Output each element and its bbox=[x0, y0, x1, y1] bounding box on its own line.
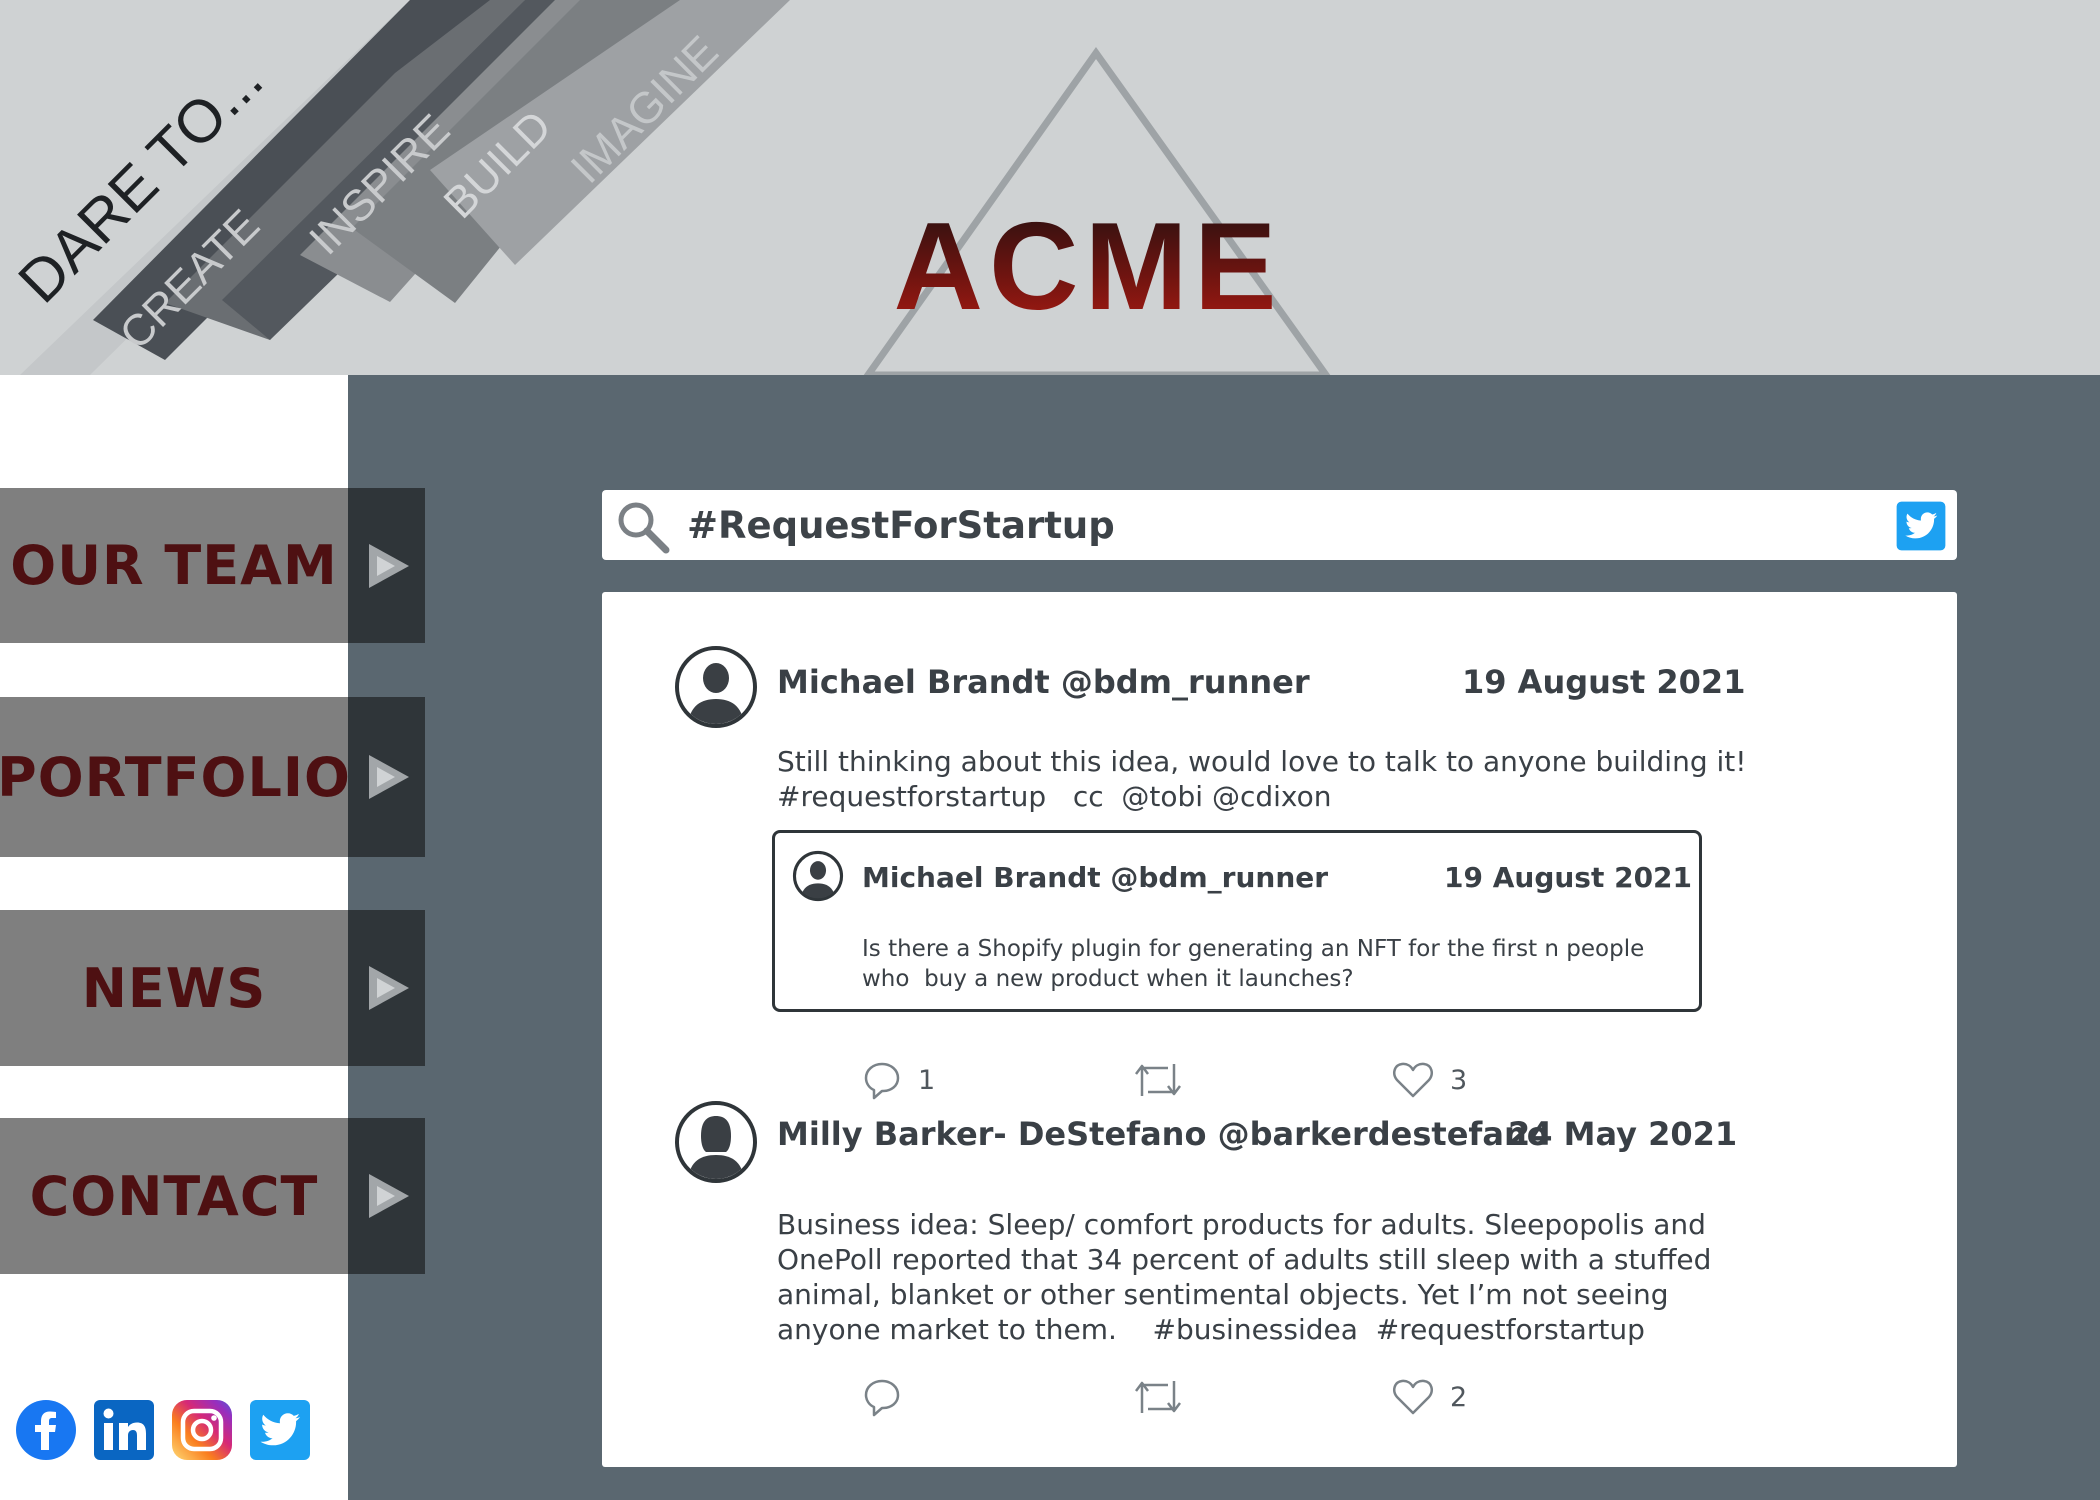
heart-icon bbox=[1393, 1062, 1433, 1098]
avatar-female-icon[interactable] bbox=[674, 1100, 758, 1184]
nav-our-team-label: OUR TEAM bbox=[10, 534, 338, 597]
quoted-tweet-text-line: who buy a new product when it launches? bbox=[862, 966, 1354, 992]
tweet-text-line: anyone market to them. #businessidea #re… bbox=[777, 1313, 1645, 1346]
quoted-tweet-author: Michael Brandt @bdm_runner bbox=[862, 861, 1329, 894]
retweet-icon bbox=[1135, 1064, 1181, 1096]
facebook-icon[interactable] bbox=[14, 1398, 78, 1462]
reply-icon bbox=[864, 1379, 900, 1417]
like-count: 2 bbox=[1450, 1381, 1468, 1413]
quoted-tweet-date: 19 August 2021 bbox=[1444, 861, 1693, 894]
nav-news-label: NEWS bbox=[81, 956, 267, 1020]
play-arrow-icon[interactable] bbox=[348, 488, 425, 643]
twitter-icon[interactable] bbox=[1895, 500, 1947, 552]
reply-count: 1 bbox=[918, 1064, 936, 1096]
tweet-date: 19 August 2021 bbox=[1462, 663, 1746, 701]
play-arrow-icon[interactable] bbox=[348, 697, 425, 857]
tweet-text-line: OnePoll reported that 34 percent of adul… bbox=[777, 1243, 1712, 1276]
like-button[interactable]: 3 bbox=[1392, 1060, 1467, 1100]
like-count: 3 bbox=[1450, 1064, 1468, 1096]
acme-logo: ACME bbox=[858, 205, 1318, 329]
nav-portfolio-label: PORTFOLIO bbox=[0, 745, 351, 809]
nav-portfolio-button[interactable]: PORTFOLIO bbox=[0, 697, 425, 857]
tweet-text-line: Business idea: Sleep/ comfort products f… bbox=[777, 1208, 1706, 1241]
nav-contact-button[interactable]: CONTACT bbox=[0, 1118, 425, 1274]
tweet-text: Business idea: Sleep/ comfort products f… bbox=[777, 1207, 1711, 1347]
reply-button[interactable]: 1 bbox=[862, 1060, 935, 1100]
retweet-icon bbox=[1135, 1381, 1181, 1413]
quoted-tweet[interactable]: Michael Brandt @bdm_runner 19 August 202… bbox=[772, 830, 1702, 1012]
quoted-tweet-text-line: Is there a Shopify plugin for generating… bbox=[862, 936, 1645, 962]
tweet-text-line: #requestforstartup cc @tobi @cdixon bbox=[777, 780, 1332, 813]
retweet-button[interactable] bbox=[1132, 1377, 1200, 1417]
header: DARE TO... CREATE INSPIRE BUILD IMAGINE … bbox=[0, 0, 2100, 375]
play-arrow-icon[interactable] bbox=[348, 910, 425, 1066]
retweet-button[interactable] bbox=[1132, 1060, 1200, 1100]
tweet-date: 24 May 2021 bbox=[1508, 1115, 1738, 1153]
quoted-tweet-text: Is there a Shopify plugin for generating… bbox=[862, 934, 1644, 994]
hashtag-search-bar[interactable]: #RequestForStartup bbox=[602, 490, 1957, 560]
reply-icon bbox=[864, 1062, 900, 1100]
search-icon[interactable] bbox=[614, 498, 672, 556]
heart-icon bbox=[1393, 1379, 1433, 1415]
nav-contact-label: CONTACT bbox=[29, 1164, 319, 1228]
linkedin-icon[interactable] bbox=[92, 1398, 156, 1462]
avatar-male-icon bbox=[792, 850, 844, 902]
tweet-author[interactable]: Milly Barker- DeStefano @barkerdestefano bbox=[777, 1115, 1549, 1153]
nav-news-button[interactable]: NEWS bbox=[0, 910, 425, 1066]
like-button[interactable]: 2 bbox=[1392, 1377, 1467, 1417]
reply-button[interactable] bbox=[862, 1377, 918, 1417]
instagram-icon[interactable] bbox=[170, 1398, 234, 1462]
tweet-text: Still thinking about this idea, would lo… bbox=[777, 744, 1746, 814]
dare-to-banner: DARE TO... CREATE INSPIRE BUILD IMAGINE bbox=[6, 0, 790, 375]
tweet-text-line: Still thinking about this idea, would lo… bbox=[777, 745, 1747, 778]
twitter-icon[interactable] bbox=[248, 1398, 312, 1462]
nav-our-team-button[interactable]: OUR TEAM bbox=[0, 488, 425, 643]
search-input[interactable]: #RequestForStartup bbox=[687, 504, 1115, 547]
tweet-author[interactable]: Michael Brandt @bdm_runner bbox=[777, 663, 1310, 701]
tweet-feed: Michael Brandt @bdm_runner 19 August 202… bbox=[602, 592, 1957, 1467]
tweet-text-line: animal, blanket or other sentimental obj… bbox=[777, 1278, 1669, 1311]
social-links bbox=[14, 1398, 312, 1462]
avatar-male-icon[interactable] bbox=[674, 645, 758, 729]
play-arrow-icon[interactable] bbox=[348, 1118, 425, 1274]
